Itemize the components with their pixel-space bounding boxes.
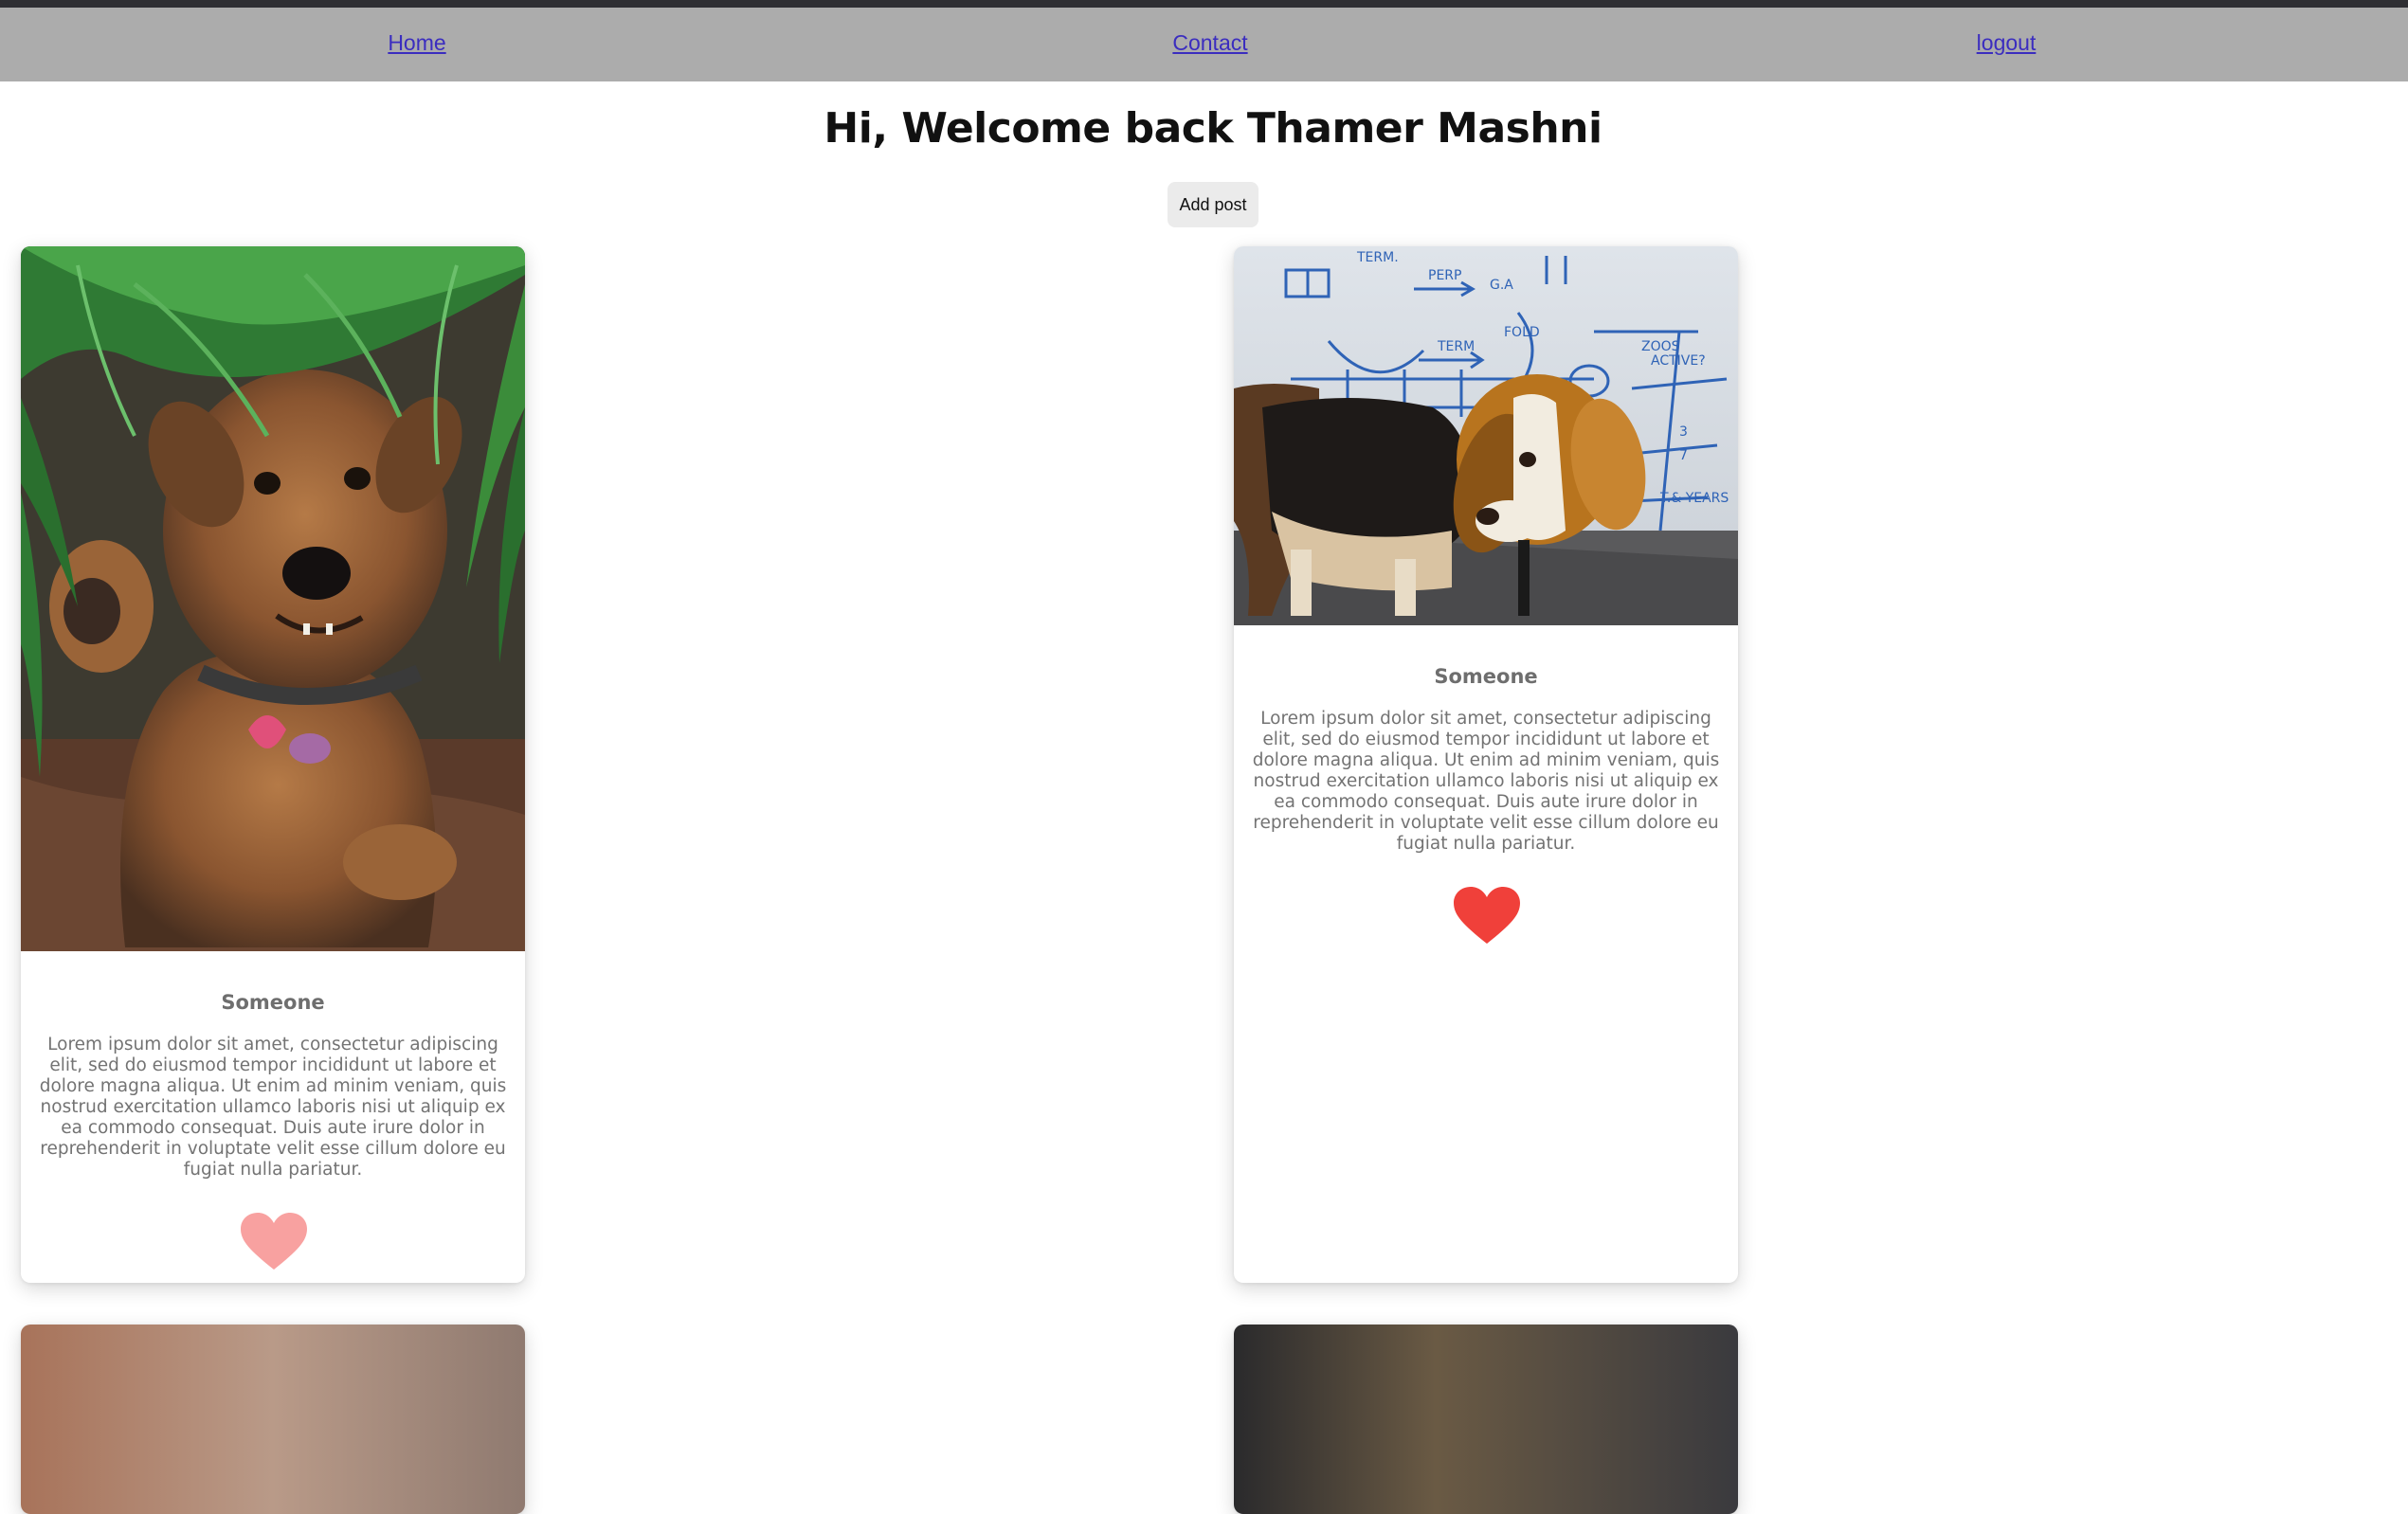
window-top-strip bbox=[0, 0, 2408, 8]
nav-home-link[interactable]: Home bbox=[388, 30, 445, 56]
like-heart-icon[interactable] bbox=[241, 1213, 307, 1271]
navbar: Home Contact logout bbox=[0, 8, 2408, 81]
nav-contact-link[interactable]: Contact bbox=[1172, 30, 1247, 56]
post-image: PERP G.A TERM FOLD ZOOS ACTIVE? TERM. T.… bbox=[1234, 246, 1738, 625]
post-body-text: Lorem ipsum dolor sit amet, consectetur … bbox=[1252, 709, 1720, 854]
post-image bbox=[21, 246, 525, 951]
svg-text:G.A: G.A bbox=[1490, 278, 1513, 293]
post-image bbox=[1234, 1325, 1738, 1514]
svg-text:7: 7 bbox=[1679, 448, 1688, 463]
svg-text:PERP: PERP bbox=[1428, 268, 1461, 283]
post-card bbox=[1234, 1325, 1738, 1514]
post-author: Someone bbox=[221, 991, 325, 1014]
post-card: Someone Lorem ipsum dolor sit amet, cons… bbox=[21, 246, 525, 1283]
post-card bbox=[21, 1325, 525, 1514]
svg-text:T.& YEARS: T.& YEARS bbox=[1659, 491, 1729, 506]
svg-text:3: 3 bbox=[1679, 424, 1688, 440]
svg-text:TERM.: TERM. bbox=[1356, 250, 1399, 265]
page-title: Hi, Welcome back Thamer Mashni bbox=[824, 104, 1602, 153]
post-body-text: Lorem ipsum dolor sit amet, consectetur … bbox=[39, 1035, 507, 1180]
svg-text:ZOOS: ZOOS bbox=[1641, 339, 1680, 354]
add-post-button[interactable]: Add post bbox=[1168, 182, 1258, 227]
svg-text:FOLD: FOLD bbox=[1504, 325, 1540, 340]
svg-text:TERM: TERM bbox=[1437, 339, 1475, 354]
post-card: PERP G.A TERM FOLD ZOOS ACTIVE? TERM. T.… bbox=[1234, 246, 1738, 1283]
svg-text:ACTIVE?: ACTIVE? bbox=[1651, 353, 1706, 369]
post-image bbox=[21, 1325, 525, 1514]
liked-heart-icon[interactable] bbox=[1454, 887, 1520, 946]
post-author: Someone bbox=[1434, 665, 1538, 688]
nav-logout-link[interactable]: logout bbox=[1977, 30, 2037, 56]
